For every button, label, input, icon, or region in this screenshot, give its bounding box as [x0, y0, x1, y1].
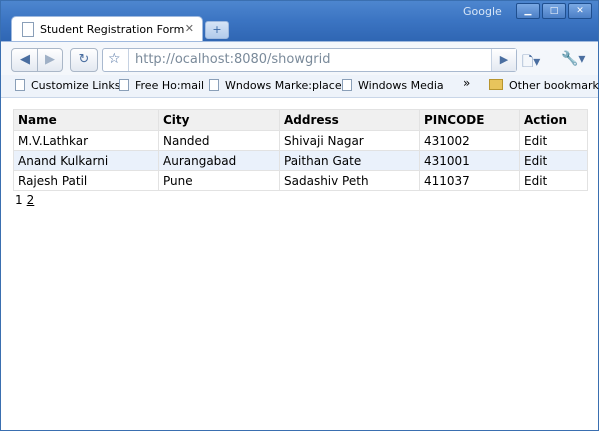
other-bookmarks-button[interactable]: Other bookmarks [489, 79, 599, 92]
table-row: Anand Kulkarni Aurangabad Paithan Gate 4… [13, 150, 588, 171]
bookmark-free-hotmail[interactable]: Free Ho:mail [119, 79, 204, 92]
page-icon [22, 22, 34, 37]
maximize-button[interactable]: □ [542, 3, 566, 19]
column-header-action: Action [519, 109, 588, 131]
back-button[interactable]: ◀ [11, 48, 39, 72]
tab-student-registration[interactable]: Student Registration Form ✕ [11, 16, 203, 42]
go-arrow-icon: ▶ [499, 53, 509, 66]
url-text[interactable]: http://ocalhost:8080/showgrid [135, 52, 330, 67]
back-arrow-icon: ◀ [20, 52, 30, 67]
new-tab-button[interactable]: + [205, 21, 229, 39]
address-divider [128, 49, 129, 71]
minimize-button[interactable]: ▁ [516, 3, 540, 19]
browser-window: Google ▁ □ ✕ Student Registration Form ✕… [0, 0, 599, 431]
cell-name: M.V.Lathkar [13, 130, 159, 151]
page-content: Name City Address PINCODE Action M.V.Lat… [1, 98, 598, 430]
window-controls: ▁ □ ✕ [516, 3, 592, 19]
table-row: M.V.Lathkar Nanded Shivaji Nagar 431002 … [13, 130, 588, 151]
reload-icon: ↻ [78, 52, 90, 67]
cell-address: Paithan Gate [279, 150, 420, 171]
wrench-icon: 🔧▾ [561, 51, 586, 67]
browser-brand: Google [463, 5, 502, 18]
star-icon[interactable]: ☆ [108, 51, 121, 67]
bookmark-label: Windows Media [358, 79, 444, 92]
student-grid: Name City Address PINCODE Action M.V.Lat… [13, 109, 588, 191]
bookmark-windows-media[interactable]: Windows Media [342, 79, 444, 92]
column-header-pincode: PINCODE [419, 109, 520, 131]
edit-link[interactable]: Edit [519, 170, 588, 191]
pager: 12 [15, 193, 34, 207]
cell-address: Sadashiv Peth [279, 170, 420, 191]
page-menu-button[interactable]: 🗋▾ [522, 51, 540, 75]
address-bar[interactable]: ☆ http://ocalhost:8080/showgrid ▶ [102, 48, 517, 72]
cell-city: Nanded [158, 130, 280, 151]
forward-button[interactable]: ▶ [37, 48, 63, 72]
page-icon [15, 79, 25, 91]
edit-link[interactable]: Edit [519, 150, 588, 171]
forward-arrow-icon: ▶ [45, 52, 55, 67]
bookmark-customize-links[interactable]: Customize Links [15, 79, 121, 92]
column-header-address: Address [279, 109, 420, 131]
header-row: Name City Address PINCODE Action [13, 109, 588, 131]
bookmark-label: Free Ho:mail [135, 79, 205, 92]
other-bookmarks-label: Other bookmarks [509, 79, 599, 92]
bookmark-windows-marketplace[interactable]: Wndows Marke:place [209, 79, 342, 92]
edit-link[interactable]: Edit [519, 130, 588, 151]
cell-pincode: 431001 [419, 150, 520, 171]
column-header-city: City [158, 109, 280, 131]
table-row: Rajesh Patil Pune Sadashiv Peth 411037 E… [13, 170, 588, 191]
close-tab-icon[interactable]: ✕ [185, 22, 194, 35]
page-icon [342, 79, 352, 91]
toolbar: ◀ ▶ ↻ ☆ http://ocalhost:8080/showgrid ▶ … [1, 41, 598, 76]
more-bookmarks-icon[interactable]: » [463, 76, 470, 90]
tab-title: Student Registration Form [40, 23, 185, 36]
go-button[interactable]: ▶ [491, 49, 516, 71]
bookmark-label: Wndows Marke:place [225, 79, 342, 92]
cell-pincode: 411037 [419, 170, 520, 191]
current-page: 1 [15, 193, 23, 207]
page-menu-icon: 🗋▾ [522, 54, 541, 70]
column-header-name: Name [13, 109, 159, 131]
cell-city: Aurangabad [158, 150, 280, 171]
cell-city: Pune [158, 170, 280, 191]
close-window-button[interactable]: ✕ [568, 3, 592, 19]
title-bar: Google ▁ □ ✕ Student Registration Form ✕… [1, 1, 598, 42]
reload-button[interactable]: ↻ [70, 48, 98, 72]
cell-name: Anand Kulkarni [13, 150, 159, 171]
bookmark-label: Customize Links [31, 79, 121, 92]
page-icon [209, 79, 219, 91]
bookmarks-bar: Customize Links Free Ho:mail Wndows Mark… [1, 75, 599, 98]
cell-address: Shivaji Nagar [279, 130, 420, 151]
folder-icon [489, 79, 503, 90]
cell-pincode: 431002 [419, 130, 520, 151]
page-link-2[interactable]: 2 [27, 193, 35, 207]
cell-name: Rajesh Patil [13, 170, 159, 191]
page-icon [119, 79, 129, 91]
tools-menu-button[interactable]: 🔧▾ [561, 51, 585, 67]
